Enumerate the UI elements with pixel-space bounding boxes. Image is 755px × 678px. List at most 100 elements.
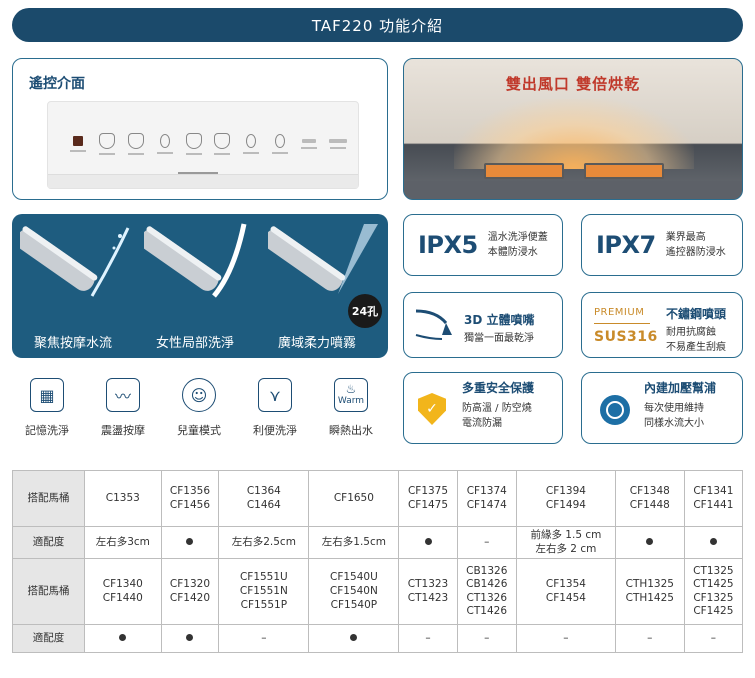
feature-child: ☺ 兒童模式 (164, 372, 234, 438)
remote-stop-button (64, 124, 93, 164)
safety-line2: 電流防漏 (462, 418, 502, 429)
feature-memory: ▦ 記憶洗淨 (12, 372, 82, 438)
table-cell-fit: 左右多3cm (84, 525, 162, 560)
fit-dot (646, 537, 654, 545)
table-cell-fit (398, 525, 458, 560)
dryer-title: 雙出風口 雙倍烘乾 (505, 75, 641, 93)
pump-card: 內建加壓幫浦 每次使用維持 同樣水流大小 (581, 372, 743, 444)
table-cell-model: CF1340 CF1440 (84, 558, 162, 626)
spray-label-mist: 廣域柔力噴霧 (278, 336, 357, 351)
remote-position-button (323, 124, 352, 164)
table-cell-fit: – (683, 624, 744, 654)
remote-title: 遙控介面 (29, 76, 85, 92)
feature-instant-heat-label: 瞬熱出水 (329, 424, 373, 437)
ipx5-line1: 溫水洗淨便蓋 (487, 232, 548, 243)
table-cell-fit (614, 525, 685, 560)
pressure-icon (301, 139, 316, 143)
dryer-base (404, 181, 742, 199)
table-cell-fit (84, 624, 162, 654)
focused-spray-image (20, 226, 130, 297)
warm-text: Warm (337, 395, 365, 406)
ipx7-line2: 遙控器防浸水 (665, 247, 726, 258)
table-cell-model: CF1374 CF1474 (456, 470, 517, 527)
premium-desc: 耐用抗腐蝕 不易產生刮痕 (666, 325, 726, 355)
remote-massage-button (179, 124, 208, 164)
remote-pressure-button (294, 124, 323, 164)
spray-panel: 24孔 聚焦按摩水流 女性局部洗淨 廣域柔力噴霧 (12, 214, 388, 358)
table-row: 搭配馬桶 C1353 CF1356 CF1456 C1364 C1464 CF1650 CF1… (12, 470, 744, 527)
table-cell-model: CF1354 CF1454 (515, 558, 616, 626)
compatibility-table: 搭配馬桶 C1353 CF1356 CF1456 C1364 C1464 CF1650 CF1… (12, 470, 744, 654)
table-row: 適配度 左右多3cm 左右多2.5cm 左右多1.5cm – 前緣多 1.5 cm 左右多 … (12, 525, 744, 560)
premium-title: 不鏽鋼噴頭 (666, 307, 727, 321)
remote-child-button (150, 124, 179, 164)
stop-icon (73, 136, 84, 146)
air-vent-left (484, 163, 564, 179)
fit-dot (350, 633, 358, 641)
warm-air-glow (454, 99, 694, 169)
table-row: 搭配馬桶 CF1340 CF1440 CF1320 CF1420 CF1551U CF155… (12, 558, 744, 626)
child-icon: ☺ (182, 378, 216, 412)
pump-line2: 同樣水流大小 (644, 418, 704, 429)
ipx7-line1: 業界最高 (665, 232, 706, 243)
remote-strip (48, 174, 358, 188)
remote-dry-button (237, 124, 266, 164)
temperature-icon (274, 134, 285, 148)
ipx7-code: IPX7 (596, 231, 656, 259)
pump-title: 內建加壓幫浦 (644, 381, 717, 395)
table-cell-fit (308, 624, 400, 654)
bowel-wash-icon: ⋎ (258, 378, 292, 412)
feature-bowel-wash-label: 利便洗淨 (253, 424, 297, 437)
table-cell-model: CT1325 CT1425 CF1325 CF1425 (683, 558, 744, 626)
feature-memory-label: 記憶洗淨 (25, 424, 69, 437)
premium-sus: SUS316 (594, 329, 658, 345)
row-header-fit: 適配度 (12, 525, 85, 560)
remote-panel: 遙控介面 (12, 58, 388, 200)
feature-child-label: 兒童模式 (177, 424, 221, 437)
female-wash-image (144, 223, 247, 298)
table-cell-model: C1364 C1464 (218, 470, 310, 527)
spray-label-female: 女性局部洗淨 (156, 336, 235, 351)
table-cell-fit (160, 525, 220, 560)
remote-bowel-button (208, 124, 237, 164)
banner-title: TAF220 功能介紹 (311, 16, 444, 35)
ipx5-line2: 本體防浸水 (487, 247, 538, 258)
premium-tag: PREMIUM (594, 307, 645, 318)
dryer-panel: 雙出風口 雙倍烘乾 (403, 58, 743, 200)
row-header-fit: 適配度 (12, 624, 85, 654)
bidet-icon (214, 133, 231, 149)
remote-temp-button (266, 124, 295, 164)
table-cell-model: CF1540U CF1540N CF1540P (308, 558, 400, 626)
oscillation-icon: 〰 (106, 378, 140, 412)
pump-desc: 每次使用維持 同樣水流大小 (644, 401, 704, 431)
premium-card: PREMIUM SUS316 不鏽鋼噴頭 耐用抗腐蝕 不易產生刮痕 (581, 292, 743, 358)
spray-label-focused: 聚焦按摩水流 (34, 336, 113, 351)
position-icon (328, 139, 347, 143)
remote-control-image (47, 101, 359, 189)
pressure-gauge-icon (600, 395, 630, 425)
nozzle3d-card: 3D 立體噴嘴 獨當一面最乾淨 (403, 292, 563, 358)
feature-oscillation: 〰 震盪按摩 (88, 372, 158, 438)
feature-instant-heat: ♨ Warm 瞬熱出水 (316, 372, 386, 438)
table-cell-model: CT1323 CT1423 (398, 558, 458, 626)
bidet-icon (99, 133, 116, 149)
remote-wash-button (93, 124, 122, 164)
fit-dot (186, 537, 194, 545)
table-row: 適配度 – – – – – – (12, 624, 744, 654)
feature-bowel-wash: ⋎ 利便洗淨 (240, 372, 310, 438)
fit-dot (119, 633, 127, 641)
safety-line1: 防高溫 / 防空燒 (462, 403, 532, 414)
table-cell-fit: 左右多2.5cm (218, 525, 310, 560)
premium-divider (594, 323, 650, 324)
premium-line1: 耐用抗腐蝕 (666, 327, 716, 338)
table-cell-fit: – (456, 525, 517, 560)
ipx5-desc: 溫水洗淨便蓋 本體防浸水 (488, 230, 548, 260)
child-icon (159, 134, 170, 148)
table-cell-model: CF1320 CF1420 (160, 558, 220, 626)
nozzle3d-desc: 獨當一面最乾淨 (464, 333, 534, 344)
ipx5-card: IPX5 溫水洗淨便蓋 本體防浸水 (403, 214, 563, 276)
table-cell-fit (683, 525, 744, 560)
table-cell-fit: – (456, 624, 517, 654)
safety-desc: 防高溫 / 防空燒 電流防漏 (462, 401, 532, 431)
instant-heat-icon: ♨ Warm (334, 378, 368, 412)
